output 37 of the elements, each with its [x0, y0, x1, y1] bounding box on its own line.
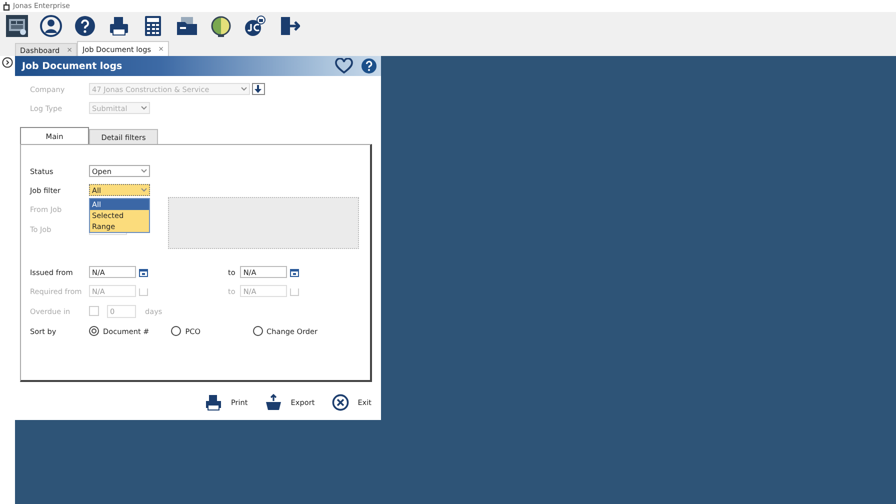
calculator-icon — [142, 15, 164, 37]
user-icon — [40, 15, 62, 37]
calendar-icon — [290, 286, 300, 296]
exit-icon — [278, 15, 300, 37]
globe-button[interactable] — [209, 14, 233, 38]
jc-lock-button[interactable] — [243, 14, 267, 38]
globe-icon — [210, 15, 232, 37]
help-icon[interactable] — [361, 58, 377, 74]
exit-icon — [332, 394, 349, 411]
caret-icon — [141, 169, 147, 173]
export-icon — [264, 394, 282, 411]
dashboard-icon — [6, 15, 28, 37]
folder-button[interactable] — [175, 14, 199, 38]
expand-panel-icon[interactable] — [2, 57, 13, 68]
dialog-title: Job Document logs — [22, 60, 124, 72]
help-button[interactable] — [73, 14, 97, 38]
printer-icon — [205, 394, 222, 411]
caret-icon — [141, 188, 147, 192]
radio-button[interactable] — [252, 326, 262, 336]
calendar-icon[interactable] — [290, 268, 300, 276]
lookup-button[interactable] — [252, 83, 265, 95]
user-button[interactable] — [39, 14, 63, 38]
printer-button[interactable] — [107, 14, 131, 38]
caret-icon — [141, 106, 147, 110]
calendar-icon — [139, 286, 148, 296]
radio-button[interactable] — [89, 326, 99, 336]
printer-icon — [108, 15, 130, 37]
jc-lock-icon — [244, 15, 266, 37]
calendar-icon[interactable] — [139, 268, 148, 276]
caret-icon — [241, 87, 247, 91]
down-arrow-icon — [254, 84, 263, 94]
radio-button[interactable] — [171, 326, 182, 336]
app-icon — [3, 2, 10, 10]
dashboard-button[interactable] — [5, 14, 29, 38]
favorite-icon[interactable] — [335, 58, 353, 74]
folder-icon — [176, 15, 198, 37]
help-icon — [74, 15, 96, 37]
